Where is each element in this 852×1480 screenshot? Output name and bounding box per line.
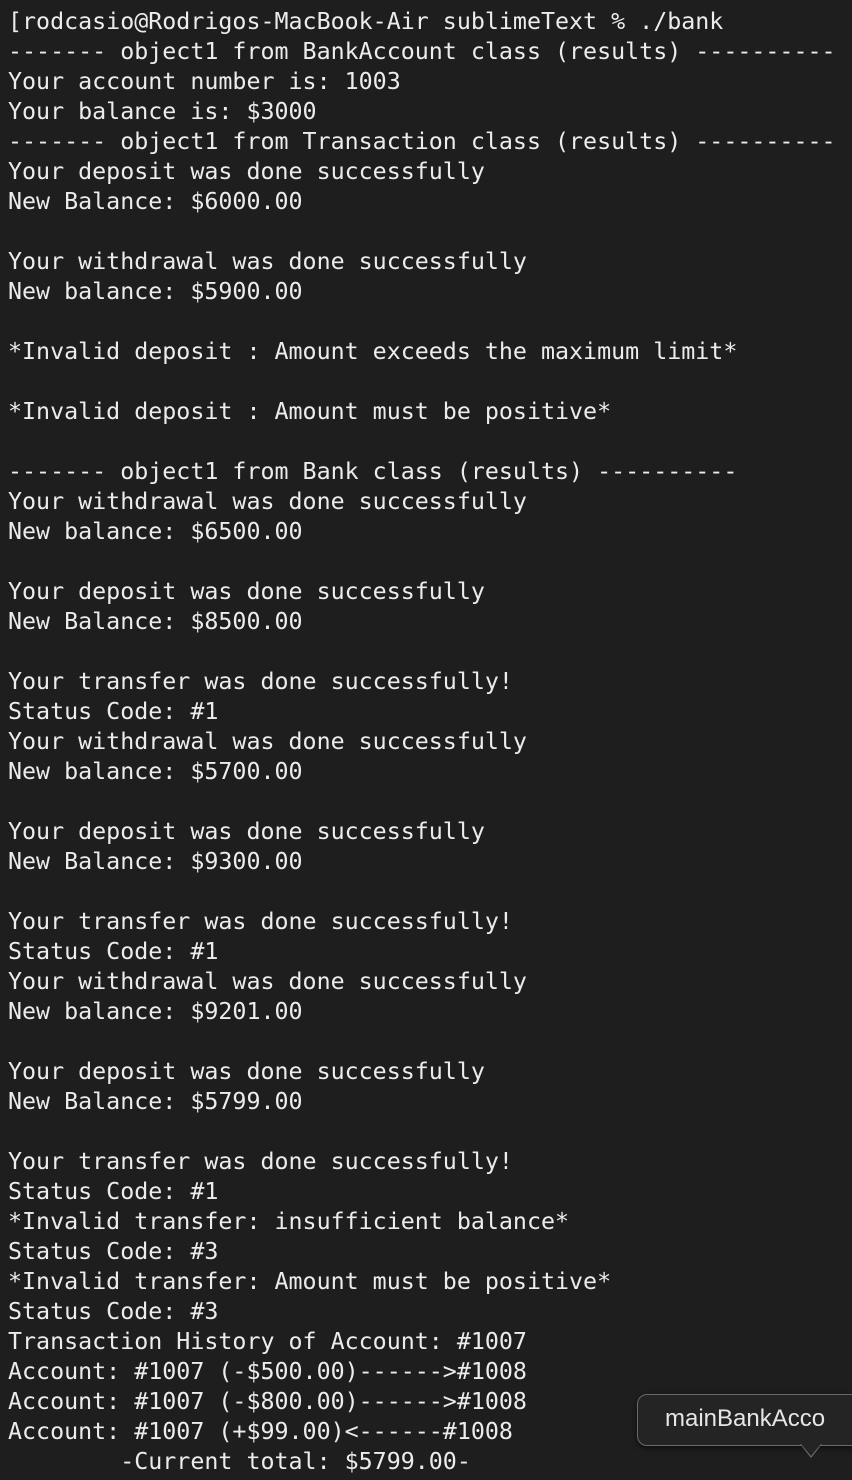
output-line: Your transfer was done successfully!: [8, 1148, 513, 1175]
output-line: New Balance: $9300.00: [8, 848, 303, 875]
output-line: Your account number is: 1003: [8, 68, 401, 95]
output-line: ------- object1 from Bank class (results…: [8, 458, 738, 485]
output-line: Your transfer was done successfully!: [8, 668, 513, 695]
output-line: Your withdrawal was done successfully: [8, 968, 527, 995]
output-line: Status Code: #3: [8, 1298, 219, 1325]
output-line: Status Code: #1: [8, 938, 219, 965]
output-line: Status Code: #3: [8, 1238, 219, 1265]
output-line: New balance: $9201.00: [8, 998, 303, 1025]
output-line: ------- object1 from BankAccount class (…: [8, 38, 836, 65]
output-line: Transaction History of Account: #1007: [8, 1328, 527, 1355]
tooltip-label: mainBankAcco: [665, 1405, 826, 1432]
output-line: New Balance: $8500.00: [8, 608, 303, 635]
output-line: Your deposit was done successfully: [8, 158, 485, 185]
output-line: Your withdrawal was done successfully: [8, 728, 527, 755]
output-line: Your balance is: $3000: [8, 98, 317, 125]
output-line: Your withdrawal was done successfully: [8, 488, 527, 515]
output-line: Your deposit was done successfully: [8, 818, 485, 845]
tooltip-arrow-fill: [801, 1444, 821, 1456]
output-line: *Invalid transfer: Amount must be positi…: [8, 1268, 612, 1295]
output-line: Your withdrawal was done successfully: [8, 248, 527, 275]
output-line: ------- object1 from Transaction class (…: [8, 128, 836, 155]
output-line: Account: #1007 (-$500.00)------>#1008: [8, 1358, 527, 1385]
output-line: Status Code: #1: [8, 698, 219, 725]
output-line: Your deposit was done successfully: [8, 1058, 485, 1085]
terminal-output: [rodcasio@Rodrigos-MacBook-Air sublimeTe…: [8, 7, 836, 1477]
terminal-window[interactable]: [rodcasio@Rodrigos-MacBook-Air sublimeTe…: [0, 0, 852, 1480]
output-line: New Balance: $6000.00: [8, 188, 303, 215]
output-line: Your deposit was done successfully: [8, 578, 485, 605]
output-line: Your transfer was done successfully!: [8, 908, 513, 935]
output-line: *Invalid deposit : Amount exceeds the ma…: [8, 338, 738, 365]
output-line: New balance: $6500.00: [8, 518, 303, 545]
output-line: -Current total: $5799.00-: [8, 1448, 471, 1475]
output-line: *Invalid deposit : Amount must be positi…: [8, 398, 612, 425]
output-line: Status Code: #1: [8, 1178, 219, 1205]
output-line: New balance: $5900.00: [8, 278, 303, 305]
output-line: *Invalid transfer: insufficient balance*: [8, 1208, 570, 1235]
output-line: New Balance: $5799.00: [8, 1088, 303, 1115]
output-line: New balance: $5700.00: [8, 758, 303, 785]
command-prompt-line: [rodcasio@Rodrigos-MacBook-Air sublimeTe…: [8, 8, 724, 35]
tab-tooltip: mainBankAcco: [637, 1394, 852, 1446]
